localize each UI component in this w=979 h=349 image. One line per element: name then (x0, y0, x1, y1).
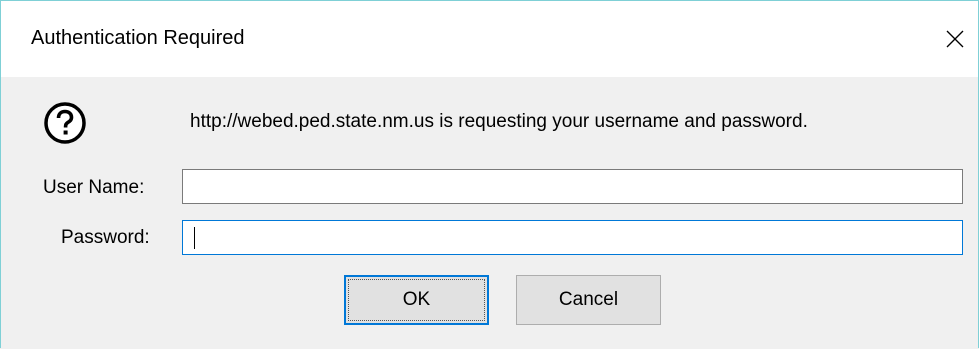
cancel-button-label: Cancel (558, 289, 619, 310)
request-message: http://webed.ped.state.nm.us is requesti… (190, 111, 808, 132)
ok-button[interactable]: OK (344, 275, 489, 325)
close-icon (946, 30, 964, 48)
title-bar: Authentication Required (1, 1, 978, 77)
username-field[interactable] (182, 169, 963, 204)
authentication-dialog: Authentication Required http://webed.ped… (0, 0, 979, 348)
close-button[interactable] (932, 1, 978, 77)
cancel-button[interactable]: Cancel (516, 275, 661, 325)
question-icon (43, 101, 87, 145)
focus-ring (348, 279, 485, 321)
password-field[interactable] (182, 220, 963, 255)
username-label: User Name: (43, 177, 145, 198)
text-caret (194, 227, 195, 249)
dialog-title: Authentication Required (31, 27, 245, 49)
password-label: Password: (61, 227, 150, 248)
